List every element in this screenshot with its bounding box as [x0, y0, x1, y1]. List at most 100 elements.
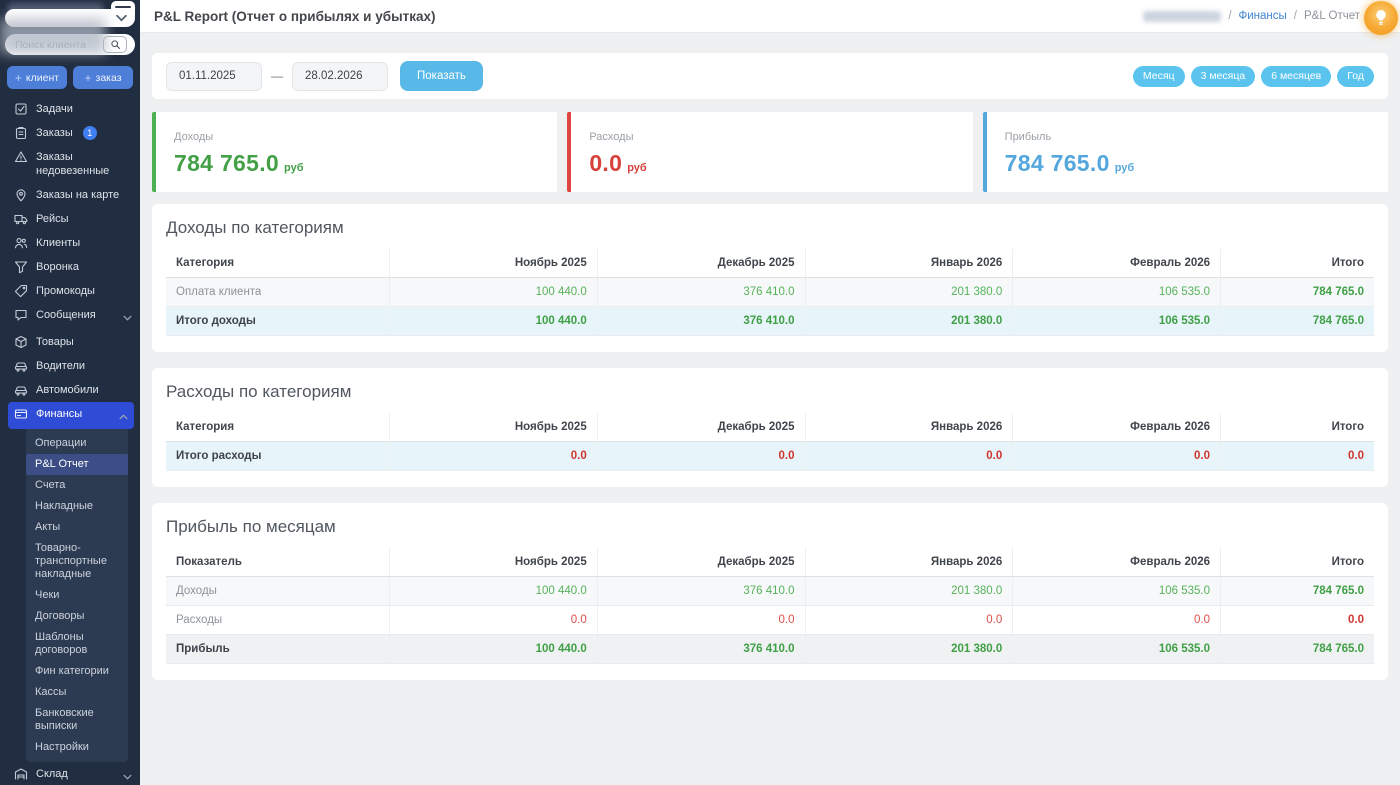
sidebar: + клиент + заказ Задачи Заказы 1 Заказы …	[0, 0, 140, 785]
sidebar-item-finance[interactable]: Финансы	[8, 402, 134, 429]
funnel-icon	[14, 260, 28, 274]
topbar: P&L Report (Отчет о прибылях и убытках) …	[140, 0, 1400, 33]
clipboard-icon	[14, 126, 28, 140]
main-area: P&L Report (Отчет о прибылях и убытках) …	[140, 0, 1400, 785]
breadcrumb-current: P&L Отчет	[1304, 10, 1360, 22]
submenu-item-bank-statements[interactable]: Банковские выписки	[26, 703, 128, 737]
search-button[interactable]	[103, 36, 127, 53]
submenu-item-waybills[interactable]: Накладные	[26, 496, 128, 517]
sidebar-item-promocodes[interactable]: Промокоды	[0, 279, 140, 303]
profit-section: Прибыль по месяцам Показатель Ноябрь 202…	[152, 503, 1388, 680]
help-lightbulb-button[interactable]	[1364, 1, 1398, 35]
expenses-value: 0.0	[589, 150, 622, 177]
table-header-row: Категория Ноябрь 2025 Декабрь 2025 Январ…	[166, 413, 1374, 442]
breadcrumb: / Финансы / P&L Отчет	[1143, 10, 1386, 22]
expenses-section: Расходы по категориям Категория Ноябрь 2…	[152, 368, 1388, 487]
preset-3months-button[interactable]: 3 месяца	[1191, 66, 1256, 87]
content: — Показать Месяц 3 месяца 6 месяцев Год …	[140, 33, 1400, 785]
sidebar-actions: + клиент + заказ	[7, 66, 133, 89]
add-order-button[interactable]: + заказ	[73, 66, 133, 89]
sidebar-item-trips[interactable]: Рейсы	[0, 207, 140, 231]
submenu-item-contract-templates[interactable]: Шаблоны договоров	[26, 627, 128, 661]
period-presets: Месяц 3 месяца 6 месяцев Год	[1133, 66, 1374, 87]
car-icon	[14, 383, 28, 397]
sidebar-item-clients[interactable]: Клиенты	[0, 231, 140, 255]
profit-value: 784 765.0	[1005, 150, 1110, 177]
sidebar-item-vehicles[interactable]: Автомобили	[0, 378, 140, 402]
sidebar-item-warehouse[interactable]: Склад	[0, 762, 140, 785]
date-to-input[interactable]	[292, 62, 388, 91]
expenses-table: Категория Ноябрь 2025 Декабрь 2025 Январ…	[166, 413, 1374, 471]
submenu-item-contracts[interactable]: Договоры	[26, 606, 128, 627]
breadcrumb-finance-link[interactable]: Финансы	[1239, 10, 1287, 22]
submenu-item-invoices[interactable]: Счета	[26, 475, 128, 496]
alert-triangle-icon	[14, 150, 28, 164]
preset-year-button[interactable]: Год	[1337, 66, 1374, 87]
preset-6months-button[interactable]: 6 месяцев	[1261, 66, 1331, 87]
car-icon	[14, 359, 28, 373]
sidebar-item-orders-on-map[interactable]: Заказы на карте	[0, 183, 140, 207]
submenu-item-acts[interactable]: Акты	[26, 517, 128, 538]
submenu-item-fin-categories[interactable]: Фин категории	[26, 661, 128, 682]
table-row: Доходы 100 440.0 376 410.0 201 380.0 106…	[166, 577, 1374, 606]
chevron-down-icon	[116, 9, 127, 27]
warehouse-icon	[14, 767, 28, 781]
breadcrumb-blurred-item	[1143, 11, 1221, 22]
submenu-item-settings[interactable]: Настройки	[26, 737, 128, 758]
submenu-item-ttn[interactable]: Товарно-транспортные накладные	[26, 538, 128, 585]
chat-icon	[14, 308, 28, 322]
orders-count-badge: 1	[83, 126, 97, 140]
income-section-title: Доходы по категориям	[166, 218, 1374, 238]
sidebar-item-funnel[interactable]: Воронка	[0, 255, 140, 279]
summary-cards: Доходы 784 765.0руб Расходы 0.0руб Прибы…	[152, 112, 1388, 192]
submenu-item-cash-registers[interactable]: Кассы	[26, 682, 128, 703]
expenses-section-title: Расходы по категориям	[166, 382, 1374, 402]
sidebar-item-goods[interactable]: Товары	[0, 330, 140, 354]
table-row: Оплата клиента 100 440.0 376 410.0 201 3…	[166, 278, 1374, 307]
table-total-row: Итого расходы 0.0 0.0 0.0 0.0 0.0	[166, 442, 1374, 471]
chevron-down-icon	[123, 311, 132, 325]
page-title: P&L Report (Отчет о прибылях и убытках)	[154, 9, 435, 24]
income-section: Доходы по категориям Категория Ноябрь 20…	[152, 204, 1388, 352]
income-card: Доходы 784 765.0руб	[152, 112, 557, 192]
sidebar-item-messages[interactable]: Сообщения	[0, 303, 140, 330]
profit-table: Показатель Ноябрь 2025 Декабрь 2025 Янва…	[166, 548, 1374, 664]
date-from-input[interactable]	[166, 62, 262, 91]
credit-card-icon	[14, 407, 28, 421]
sidebar-item-tasks[interactable]: Задачи	[0, 97, 140, 121]
date-range-separator: —	[271, 69, 283, 83]
table-total-row: Прибыль 100 440.0 376 410.0 201 380.0 10…	[166, 635, 1374, 664]
app-root: + клиент + заказ Задачи Заказы 1 Заказы …	[0, 0, 1400, 785]
task-icon	[14, 102, 28, 116]
filter-panel: — Показать Месяц 3 месяца 6 месяцев Год	[152, 53, 1388, 99]
profit-card: Прибыль 784 765.0руб	[983, 112, 1388, 192]
income-value: 784 765.0	[174, 150, 279, 177]
profit-section-title: Прибыль по месяцам	[166, 517, 1374, 537]
chevron-down-icon	[123, 770, 132, 784]
users-icon	[14, 236, 28, 250]
map-pin-icon	[14, 188, 28, 202]
sidebar-item-drivers[interactable]: Водители	[0, 354, 140, 378]
search-icon	[110, 39, 121, 50]
submenu-item-pl-report[interactable]: P&L Отчет	[26, 454, 128, 475]
table-row: Расходы 0.0 0.0 0.0 0.0 0.0	[166, 606, 1374, 635]
box-icon	[14, 335, 28, 349]
sidebar-item-undelivered-orders[interactable]: Заказы недовезенные	[0, 145, 140, 183]
submenu-item-operations[interactable]: Операции	[26, 433, 128, 454]
plus-icon: +	[15, 71, 22, 85]
table-total-row: Итого доходы 100 440.0 376 410.0 201 380…	[166, 307, 1374, 336]
plus-icon: +	[84, 71, 91, 85]
account-name-blurred	[0, 18, 106, 54]
chevron-up-icon	[119, 410, 128, 424]
preset-month-button[interactable]: Месяц	[1133, 66, 1185, 87]
table-header-row: Категория Ноябрь 2025 Декабрь 2025 Январ…	[166, 249, 1374, 278]
income-table: Категория Ноябрь 2025 Декабрь 2025 Январ…	[166, 249, 1374, 336]
tag-icon	[14, 284, 28, 298]
submenu-item-receipts[interactable]: Чеки	[26, 585, 128, 606]
lightbulb-icon	[1373, 9, 1389, 27]
show-button[interactable]: Показать	[400, 61, 483, 91]
sidebar-item-orders[interactable]: Заказы 1	[0, 121, 140, 145]
finance-submenu: Операции P&L Отчет Счета Накладные Акты …	[26, 429, 128, 762]
add-client-button[interactable]: + клиент	[7, 66, 67, 89]
sidebar-nav: Задачи Заказы 1 Заказы недовезенные Зака…	[0, 97, 140, 785]
